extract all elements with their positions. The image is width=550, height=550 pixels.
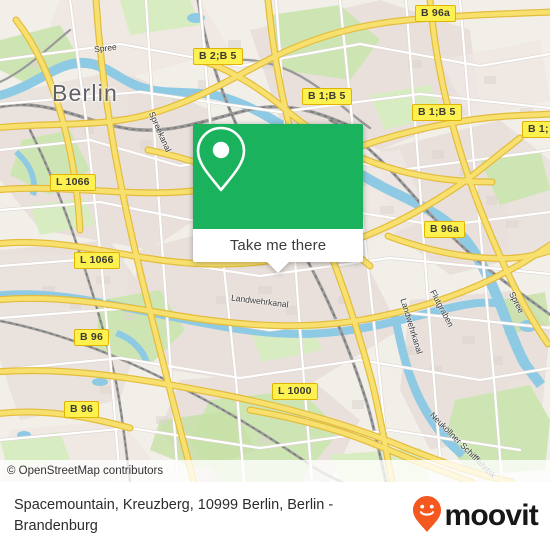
road-shield: L 1066 [74, 252, 120, 269]
road-shield: B 96 [64, 401, 99, 418]
moovit-logo[interactable]: moovit [412, 495, 539, 538]
map-label-city: Berlin [52, 80, 119, 106]
place-popup-card[interactable]: Take me there [193, 124, 363, 273]
popup-header [193, 124, 363, 229]
moovit-wordmark: moovit [444, 499, 538, 532]
map-canvas[interactable]: .urban{fill:#e9e0db;} .urban2{fill:#eee7… [0, 0, 550, 482]
popup-pointer [267, 262, 289, 273]
road-shield: L 1000 [272, 383, 318, 400]
road-shield: B 2;B 5 [193, 48, 243, 65]
road-shield: B 96 [74, 329, 109, 346]
road-shield: B 1; [522, 121, 550, 138]
road-shield: B 1;B 5 [412, 104, 462, 121]
map-attribution-bar: © OpenStreetMap contributors [0, 460, 550, 482]
caption-bar: Spacemountain, Kreuzberg, 10999 Berlin, … [0, 482, 550, 550]
road-shield: B 1;B 5 [302, 88, 352, 105]
osm-attribution-text[interactable]: © OpenStreetMap contributors [7, 465, 163, 477]
moovit-pin-smiley-icon [412, 495, 442, 538]
take-me-there-label: Take me there [229, 237, 327, 254]
road-shield: B 96a [424, 221, 466, 238]
take-me-there-button[interactable]: Take me there [193, 229, 363, 262]
location-caption: Spacemountain, Kreuzberg, 10999 Berlin, … [14, 497, 334, 534]
screenshot-root: .urban{fill:#e9e0db;} .urban2{fill:#eee7… [0, 0, 550, 550]
road-shield: L 1066 [50, 174, 96, 191]
road-shield: B 96a [415, 5, 457, 22]
